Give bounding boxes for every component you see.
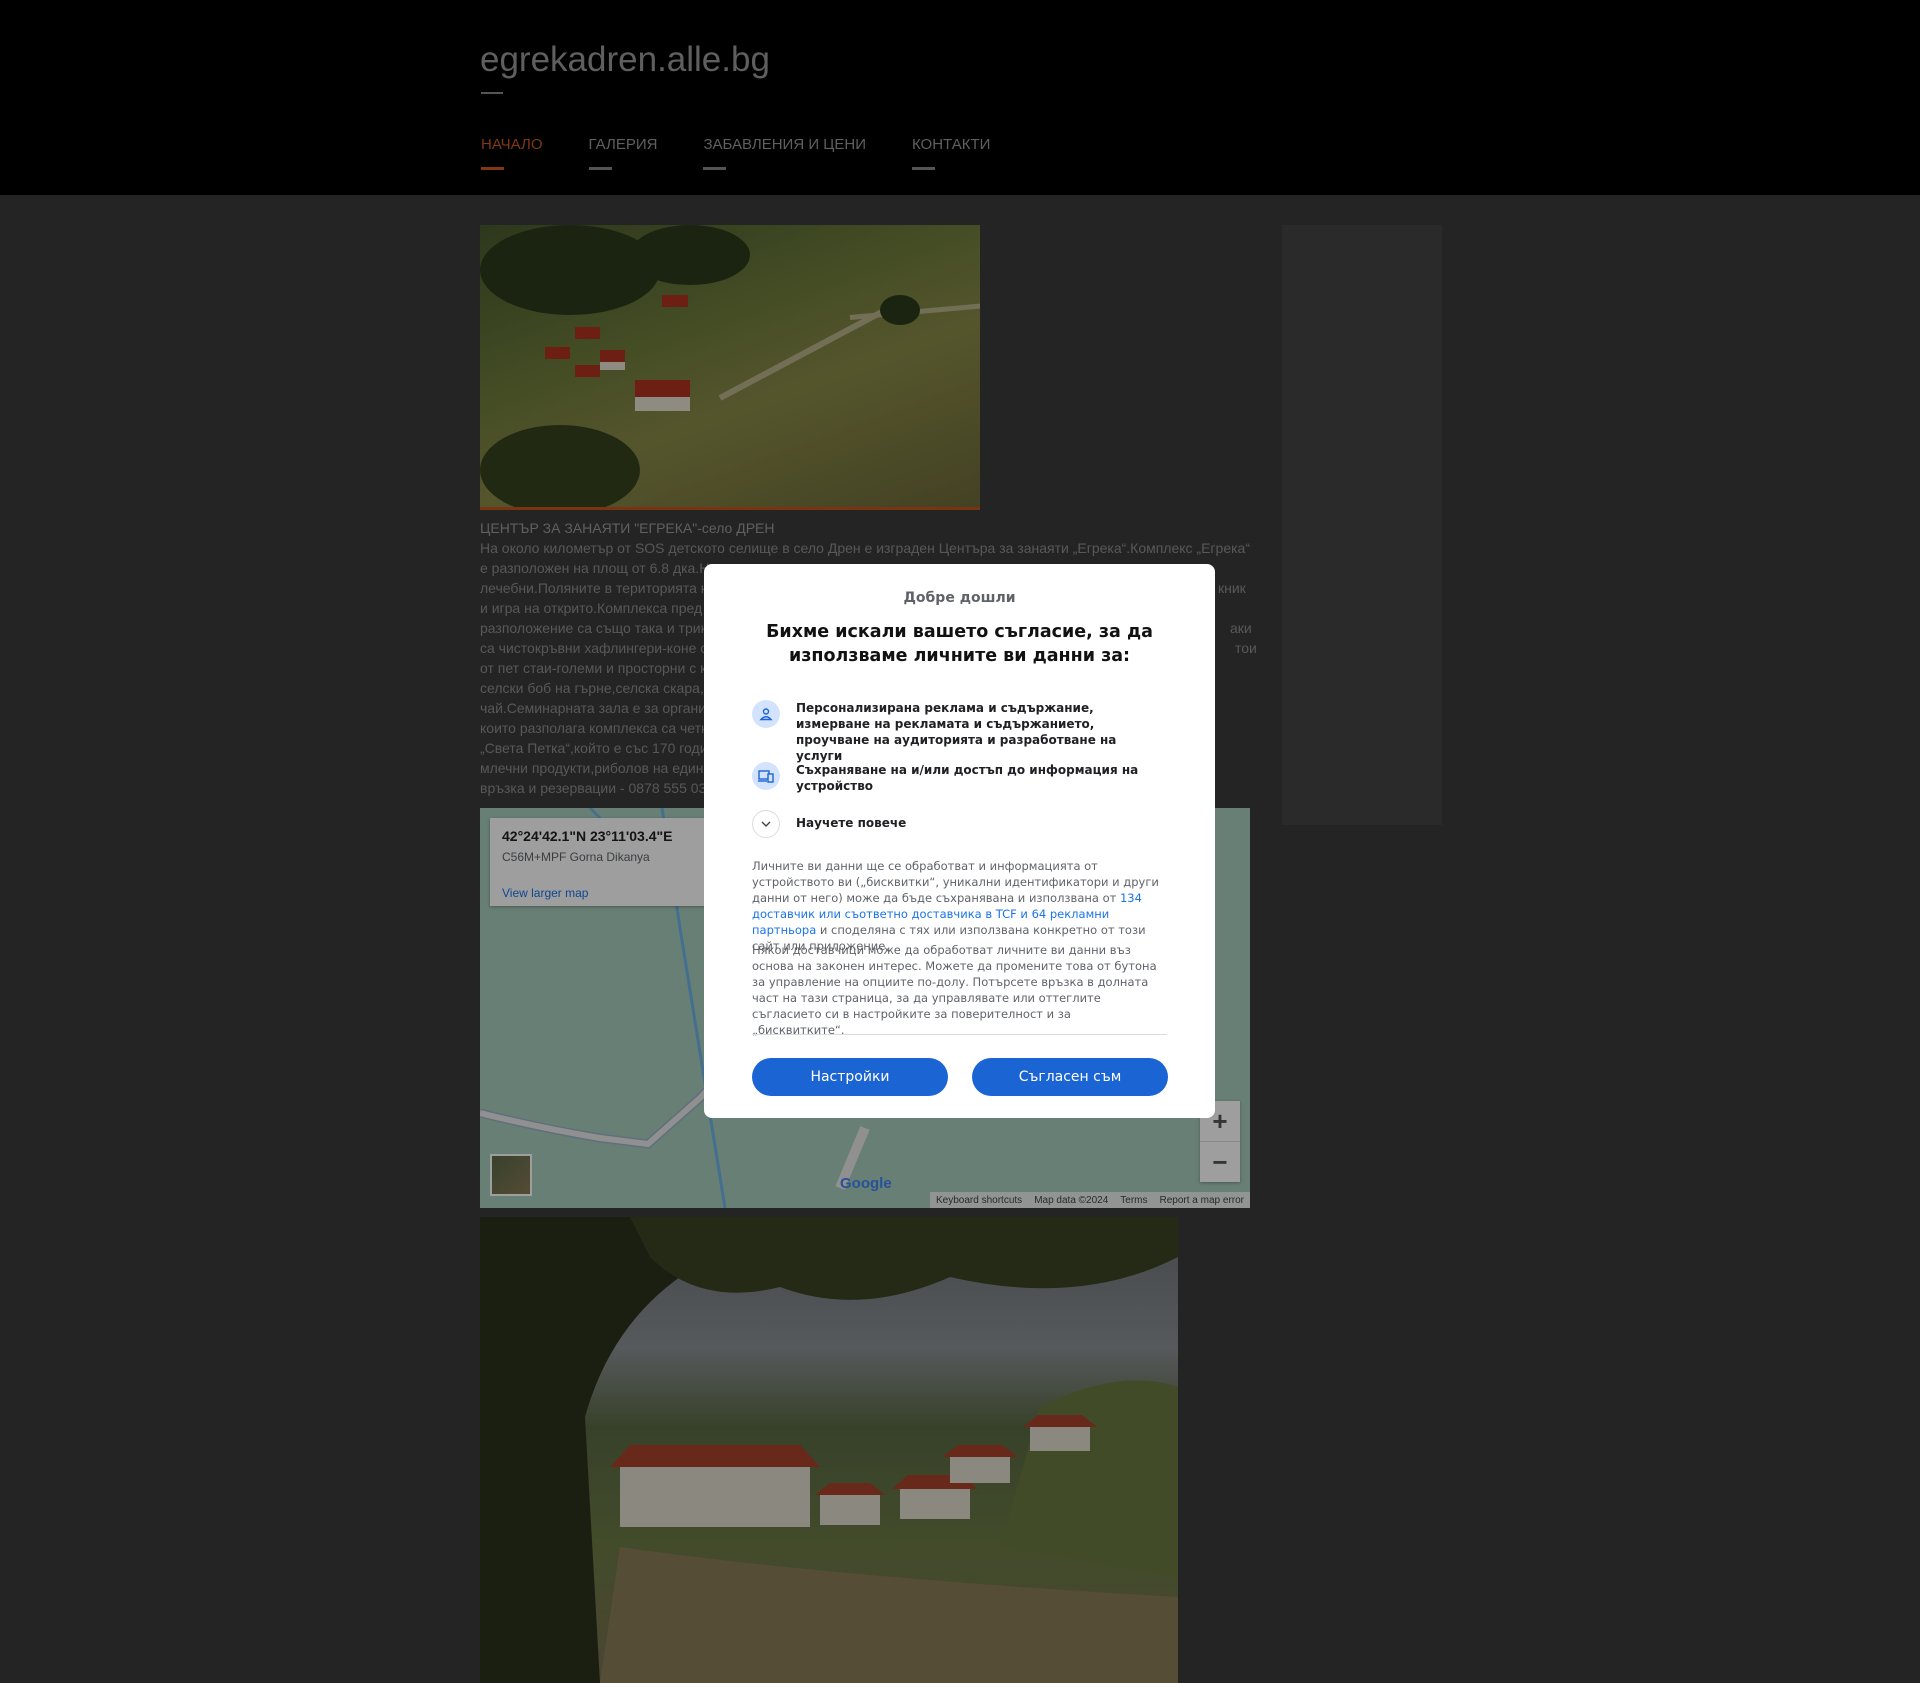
- devices-icon: [752, 762, 780, 790]
- consent-accept-button[interactable]: Съгласен съм: [972, 1058, 1168, 1096]
- consent-purpose-text: Персонализирана реклама и съдържание, из…: [796, 701, 1117, 763]
- consent-purpose-storage: Съхраняване на и/или достъп до информаци…: [752, 762, 1172, 796]
- consent-purpose-text: Съхраняване на и/или достъп до информаци…: [796, 763, 1139, 793]
- chevron-down-icon: [752, 810, 780, 838]
- consent-paragraph-interest: Някои доставчици може да обработват личн…: [752, 943, 1157, 1037]
- consent-title: Бихме искали вашето съгласие, за да изпо…: [766, 622, 1153, 666]
- consent-welcome: Добре дошли: [903, 590, 1016, 606]
- learn-more-label: Научете повече: [796, 816, 907, 830]
- person-icon: [752, 700, 780, 728]
- consent-divider: [752, 1034, 1167, 1035]
- consent-dialog: Добре дошли Бихме искали вашето съгласие…: [704, 564, 1215, 1118]
- manage-options-button[interactable]: Настройки: [752, 1058, 948, 1096]
- consent-paragraph-data: Личните ви данни ще се обработват и инфо…: [752, 859, 1159, 953]
- consent-purpose-ads: Персонализирана реклама и съдържание, из…: [752, 700, 1172, 763]
- learn-more-toggle[interactable]: Научете повече: [752, 810, 1052, 838]
